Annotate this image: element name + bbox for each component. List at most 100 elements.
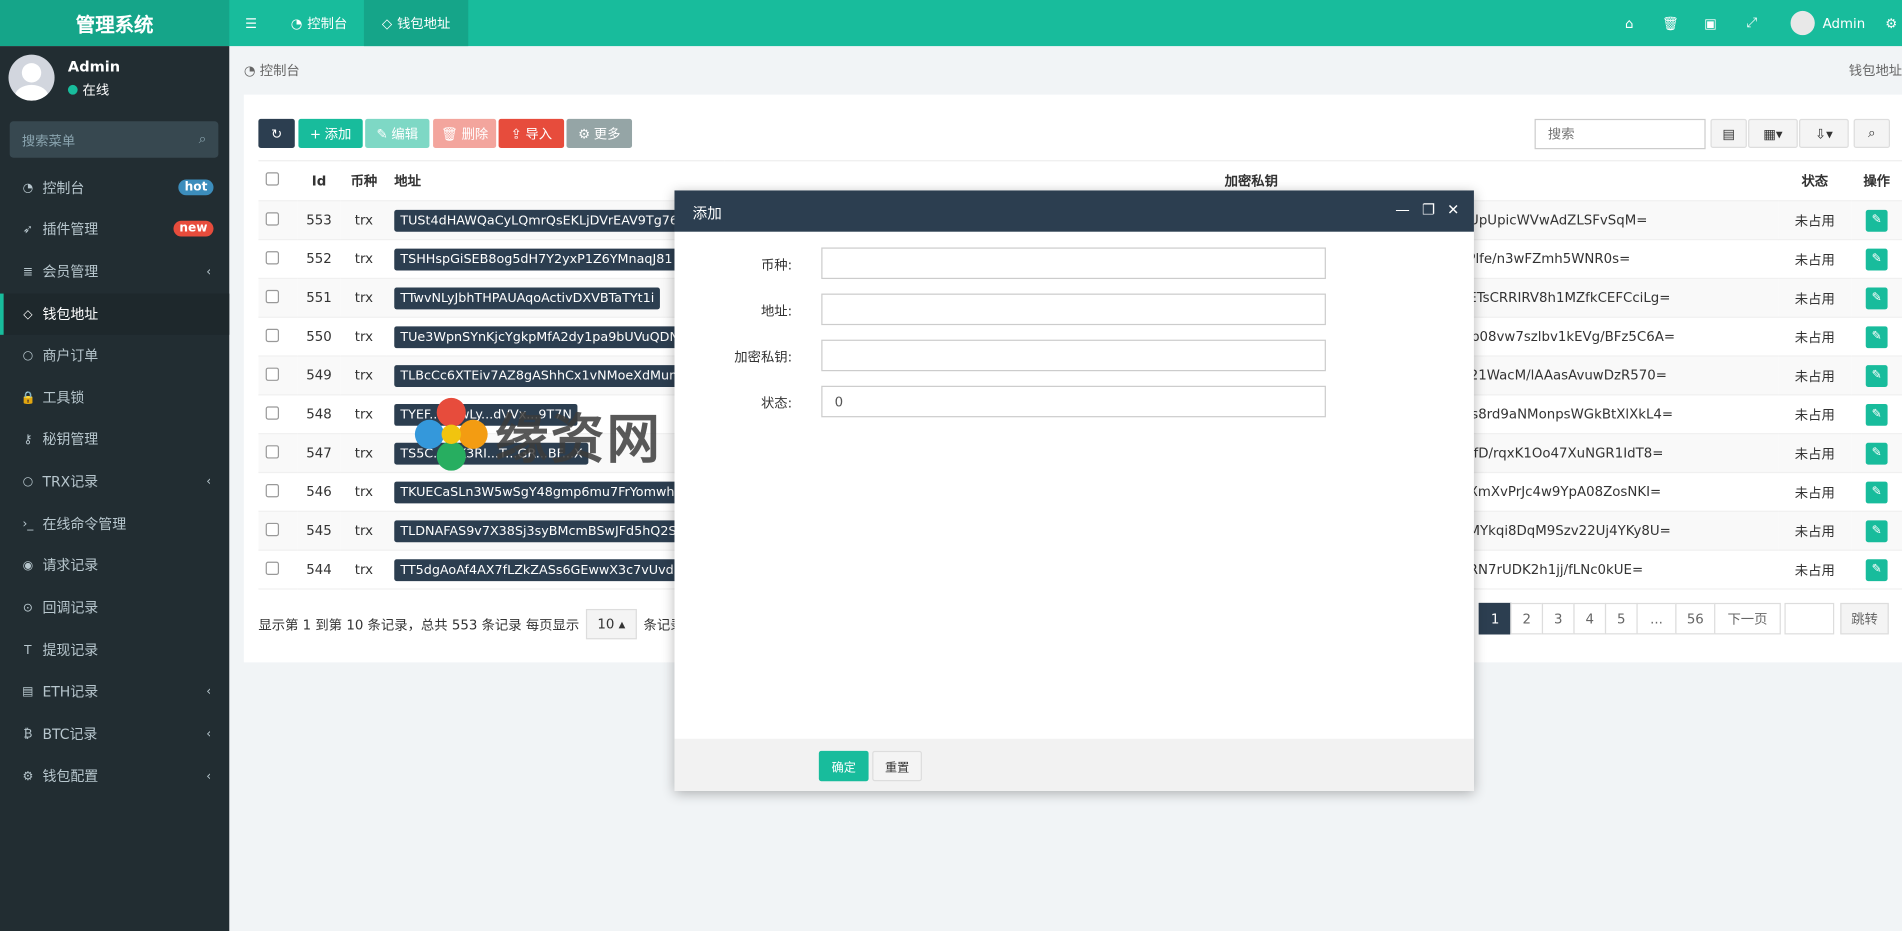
page-56[interactable]: 56 (1675, 602, 1716, 635)
maximize-icon[interactable]: ❐ (1422, 201, 1435, 218)
page-1[interactable]: 1 (1478, 602, 1512, 635)
column-header-id[interactable]: Id (297, 160, 341, 202)
export-button[interactable]: ⇩▾ (1799, 118, 1849, 148)
form-row-status: 状态: 0 (674, 385, 1473, 418)
import-button[interactable]: ⇪ 导入 (498, 118, 565, 148)
cell-action: ✎ (1851, 433, 1902, 474)
status-field[interactable]: 0 (821, 385, 1326, 418)
sidebar-item-dashboard[interactable]: ◔ 控制台 hot (0, 167, 229, 208)
sidebar-item-btc-records[interactable]: ₿ BTC记录 ‹ (0, 713, 229, 754)
row-edit-button[interactable]: ✎ (1865, 325, 1888, 348)
page-5[interactable]: 5 (1604, 602, 1638, 635)
refresh-button[interactable]: ↻ (258, 118, 295, 148)
row-edit-button[interactable]: ✎ (1865, 209, 1888, 232)
brand-logo[interactable]: 管理系统 (0, 0, 230, 47)
row-edit-button[interactable]: ✎ (1865, 558, 1888, 581)
row-checkbox[interactable] (265, 522, 280, 536)
language-icon[interactable]: ▣ (1690, 0, 1731, 46)
minimize-icon[interactable]: — (1395, 201, 1410, 218)
row-checkbox[interactable] (265, 366, 280, 381)
row-edit-button[interactable]: ✎ (1865, 519, 1888, 542)
select-all-checkbox[interactable] (265, 172, 280, 186)
cell-id: 544 (297, 550, 341, 590)
home-icon[interactable]: ⌂ (1609, 0, 1650, 46)
download-icon: ◉ (22, 558, 34, 572)
add-button[interactable]: + 添加 (298, 118, 363, 148)
row-edit-button[interactable]: ✎ (1865, 442, 1888, 465)
page-3[interactable]: 3 (1541, 602, 1575, 635)
row-checkbox[interactable] (265, 328, 280, 342)
columns-button[interactable]: ▦▾ (1748, 118, 1798, 148)
row-edit-button[interactable]: ✎ (1865, 364, 1888, 387)
confirm-button[interactable]: 确定 (818, 750, 869, 782)
sidebar-item-plugins[interactable]: ➶ 插件管理 new (0, 209, 229, 250)
coin-label: 币种: (760, 257, 793, 273)
sidebar-item-online-commands[interactable]: ›_ 在线命令管理 (0, 503, 229, 544)
chevron-left-icon: ‹ (206, 475, 212, 489)
row-edit-button[interactable]: ✎ (1865, 403, 1888, 426)
gear-icon[interactable]: ⚙ (1880, 0, 1902, 46)
row-checkbox[interactable] (265, 444, 280, 458)
fullscreen-icon[interactable]: ⤢ (1731, 0, 1772, 46)
page-4[interactable]: 4 (1573, 602, 1607, 635)
column-header-status[interactable]: 状态 (1778, 160, 1852, 202)
next-page-button[interactable]: 下一页 (1714, 602, 1781, 635)
circle-icon: ○ (22, 474, 34, 489)
refresh-icon: ↻ (270, 125, 283, 142)
row-edit-button[interactable]: ✎ (1865, 480, 1888, 503)
sidebar-item-label: 控制台 (42, 179, 85, 197)
sidebar-item-label: 回调记录 (42, 599, 99, 617)
sidebar-item-wallet-config[interactable]: ⚙ 钱包配置 ‹ (0, 756, 229, 797)
tab-dashboard[interactable]: ◔ 控制台 (277, 0, 362, 46)
row-edit-button[interactable]: ✎ (1865, 248, 1888, 270)
row-edit-button[interactable]: ✎ (1865, 286, 1888, 309)
search-button[interactable]: ⌕ (1853, 118, 1891, 148)
page-size-select[interactable]: 10 ▴ (586, 608, 637, 640)
toggle-view-button[interactable]: ▤ (1710, 118, 1747, 148)
hot-badge: hot (178, 179, 214, 196)
row-checkbox[interactable] (265, 405, 280, 420)
more-button[interactable]: ⚙ 更多 (566, 118, 633, 148)
tab-label: 钱包地址 (396, 15, 451, 32)
sidebar-item-request-records[interactable]: ◉ 请求记录 (0, 545, 229, 586)
pencil-icon: ✎ (1871, 407, 1882, 421)
sidebar-search-input[interactable]: 搜索菜单 ⌕ (9, 121, 219, 158)
row-checkbox[interactable] (265, 211, 280, 226)
jump-page-input[interactable] (1784, 602, 1835, 635)
cell-status: 未占用 (1778, 200, 1852, 241)
records-info-text: 显示第 1 到第 10 条记录，总共 553 条记录 每页显示 (258, 616, 580, 633)
breadcrumb-item[interactable]: 控制台 (260, 63, 300, 79)
row-checkbox[interactable] (265, 289, 280, 303)
reset-button[interactable]: 重置 (872, 750, 922, 782)
sidebar-item-wallet-address[interactable]: ◇ 钱包地址 (0, 293, 230, 335)
delete-button[interactable]: 🗑 删除 (433, 118, 497, 148)
pencil-icon: ✎ (1871, 291, 1882, 305)
row-checkbox[interactable] (265, 561, 280, 575)
row-checkbox[interactable] (265, 250, 280, 264)
row-checkbox[interactable] (265, 483, 280, 497)
tab-wallet-address[interactable]: ◇ 钱包地址 (363, 0, 469, 47)
private-key-field[interactable] (821, 339, 1326, 372)
sidebar-item-keys[interactable]: ⚷ 秘钥管理 (0, 419, 229, 460)
address-field[interactable] (821, 293, 1326, 326)
sidebar-item-withdraw-records[interactable]: T 提现记录 (0, 630, 229, 671)
sidebar-item-members[interactable]: ≣ 会员管理 ‹ (0, 251, 229, 292)
sidebar-item-tool-lock[interactable]: 🔒 工具锁 (0, 377, 229, 418)
sidebar-item-eth-records[interactable]: ▤ ETH记录 ‹ (0, 671, 229, 712)
sidebar-item-merchant-orders[interactable]: ○ 商户订单 (0, 335, 229, 376)
sidebar-item-callback-records[interactable]: ⊙ 回调记录 (0, 587, 229, 628)
page-2[interactable]: 2 (1510, 602, 1544, 635)
user-menu[interactable]: Admin (1778, 0, 1877, 46)
avatar (1791, 10, 1816, 36)
column-header-coin[interactable]: 币种 (340, 160, 387, 202)
close-icon[interactable]: ✕ (1447, 201, 1459, 218)
sidebar-item-trx-records[interactable]: ○ TRX记录 ‹ (0, 461, 229, 502)
menu-toggle-button[interactable]: ☰ (229, 0, 273, 46)
coin-field[interactable] (821, 247, 1326, 280)
edit-button[interactable]: ✎ 编辑 (365, 118, 430, 148)
trash-icon[interactable]: 🗑 (1650, 0, 1691, 46)
search-icon[interactable]: ⌕ (199, 131, 206, 148)
table-search-input[interactable] (1534, 118, 1706, 150)
jump-button[interactable]: 跳转 (1840, 602, 1889, 635)
key-icon: ⚷ (23, 432, 33, 446)
